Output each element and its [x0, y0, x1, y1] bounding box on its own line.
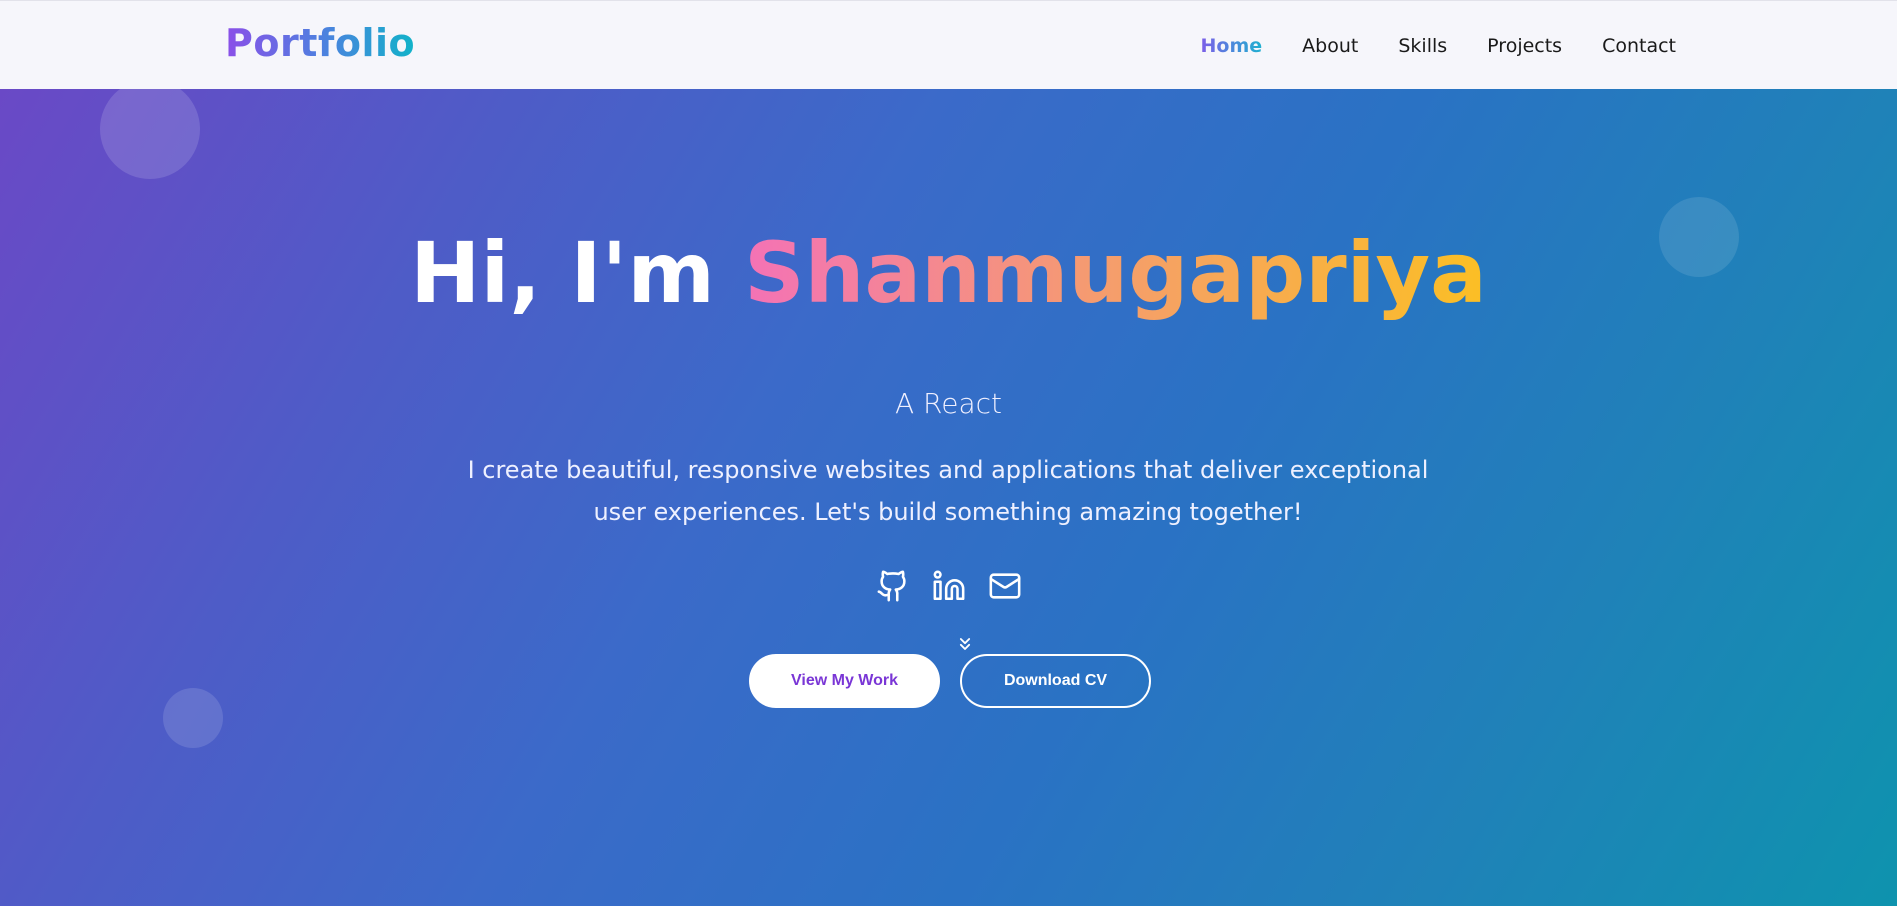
hero-name: Shanmugapriya [744, 224, 1487, 322]
hero-greeting: Hi, I'm [410, 224, 745, 322]
chevrons-down-icon[interactable] [955, 634, 975, 654]
nav-link-home[interactable]: Home [1201, 35, 1263, 57]
linkedin-icon[interactable] [932, 569, 966, 603]
nav-link-skills[interactable]: Skills [1398, 35, 1447, 57]
hero-section: Hi, I'm Shanmugapriya A React I create b… [0, 89, 1897, 906]
nav-links: Home About Skills Projects Contact [1161, 35, 1676, 57]
nav-link-contact[interactable]: Contact [1602, 35, 1676, 57]
hero-buttons: View My Work Download CV [749, 654, 1151, 708]
github-icon[interactable] [876, 569, 910, 603]
hero-title: Hi, I'm Shanmugapriya [0, 227, 1897, 319]
view-my-work-button[interactable]: View My Work [749, 654, 940, 708]
hero-subtitle: A React [894, 387, 1002, 420]
social-links [0, 569, 1897, 603]
decorative-bubble [100, 89, 200, 179]
nav-link-about[interactable]: About [1302, 35, 1358, 57]
hero-description: I create beautiful, responsive websites … [467, 456, 1429, 526]
navbar: Portfolio Home About Skills Projects Con… [0, 0, 1897, 89]
logo[interactable]: Portfolio [225, 21, 415, 65]
decorative-bubble [163, 688, 223, 748]
mail-icon[interactable] [988, 569, 1022, 603]
nav-link-projects[interactable]: Projects [1487, 35, 1562, 57]
download-cv-button[interactable]: Download CV [960, 654, 1151, 708]
